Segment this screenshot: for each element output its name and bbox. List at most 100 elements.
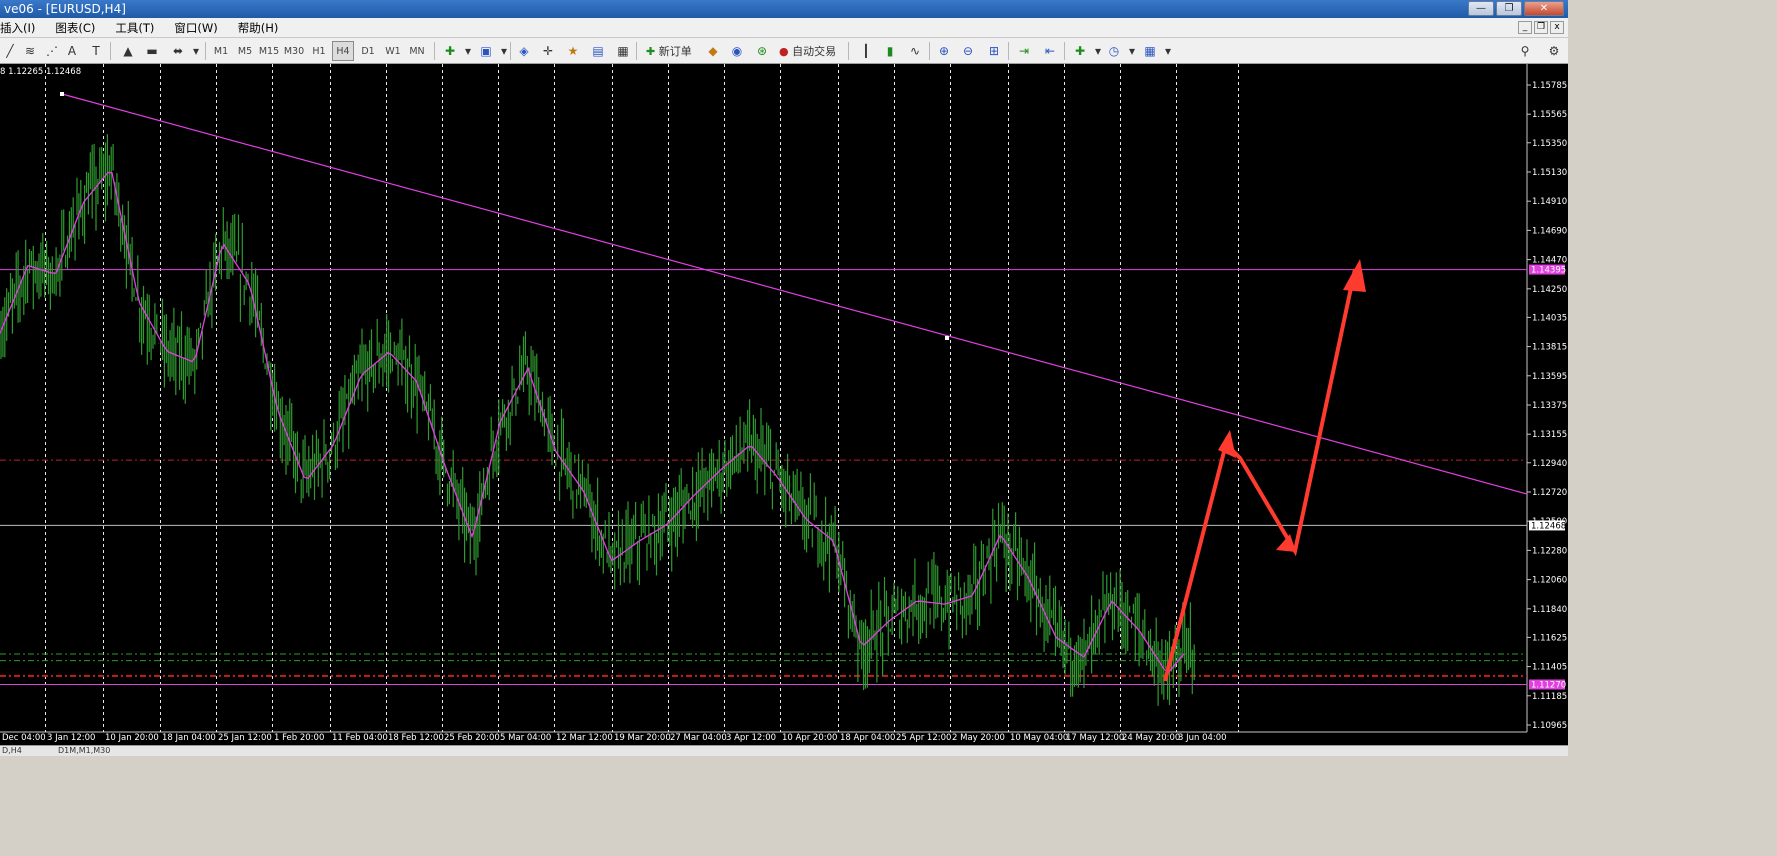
chart-canvas[interactable]: Dec 04:00 3 Jan 12:00 10 Jan 20:00 18 Jan 0… [0,64,1568,745]
crosshair-icon[interactable]: ✛ [538,41,558,61]
timeframe-h4[interactable]: H4 [332,41,354,61]
menu-window[interactable]: 窗口(W) [164,21,227,35]
moving-average-line [0,171,1185,674]
zoom-in-icon[interactable]: ⊕ [934,41,954,61]
time-label: 25 Feb 20:00 [444,733,500,743]
templates-icon[interactable]: ▦ [1140,41,1160,61]
mdi-close-button[interactable]: x [1550,21,1564,34]
time-label: 18 Jan 04:00 [162,733,216,743]
chart-shift-icon[interactable]: ⇤ [1040,41,1060,61]
time-label: 5 Mar 04:00 [500,733,551,743]
price-label: 1.15565 [1532,110,1567,120]
time-label: 3 Jun 04:00 [1178,733,1227,743]
toolbar: ╱ ≋ ⋰ A T ▲ ▬ ⬌ ▾ M1 M5 M15 M30 H1 H4 D1… [0,38,1568,64]
zoom-out-icon[interactable]: ⊖ [958,41,978,61]
triangle-icon[interactable]: ▲ [118,41,138,61]
settings-icon[interactable]: ⚙ [1544,41,1564,61]
timeframe-m1[interactable]: M1 [210,41,232,61]
maximize-button[interactable]: ❐ [1496,1,1522,16]
search-icon[interactable]: ⚲ [1515,41,1535,61]
price-label: 1.12720 [1532,488,1567,498]
auto-trade-icon: ● [779,44,789,58]
navigator-icon[interactable]: ▤ [588,41,608,61]
time-label: 27 Mar 04:00 [670,733,727,743]
price-label: 1.15785 [1532,81,1567,91]
timeframe-m15[interactable]: M15 [258,41,280,61]
candlestick-icon[interactable]: ▮ [880,41,900,61]
price-chart[interactable]: Dec 04:00 3 Jan 12:00 10 Jan 20:00 18 Jan 0… [0,64,1568,745]
time-label: 17 May 12:00 [1066,733,1124,743]
dropdown-icon[interactable]: ▾ [186,41,206,61]
new-order-button[interactable]: ✚ 新订单 [642,41,696,61]
dropdown-icon[interactable]: ▾ [1158,41,1178,61]
tile-windows-icon[interactable]: ⊞ [984,41,1004,61]
signals-icon[interactable]: ◉ [727,41,747,61]
chart-tab[interactable]: D1M,M1,M30 [58,746,110,755]
timeframe-mn[interactable]: MN [406,41,428,61]
time-label: 3 Apr 12:00 [726,733,776,743]
line-chart-icon[interactable]: ∿ [905,41,925,61]
dropdown-icon[interactable]: ▾ [494,41,514,61]
text-label-icon[interactable]: T [86,41,106,61]
timeframe-h1[interactable]: H1 [308,41,330,61]
bar-chart-icon[interactable]: ┃ [856,41,876,61]
horizontal-line-icon[interactable]: ╱ [0,41,20,61]
trend-line-anchor [60,92,64,96]
menu-charts[interactable]: 图表(C) [45,21,105,35]
new-chart-icon[interactable]: ✚ [440,41,460,61]
price-label: 1.11405 [1532,663,1567,673]
price-label: 1.13375 [1532,401,1567,411]
minimize-button[interactable]: — [1468,1,1494,16]
new-order-icon: ✚ [646,44,656,58]
menu-insert[interactable]: 插入(I) [0,21,45,35]
price-label: 1.11625 [1532,633,1567,643]
price-label: 1.10965 [1532,721,1567,731]
dropdown-icon[interactable]: ▾ [1122,41,1142,61]
timeframe-w1[interactable]: W1 [382,41,404,61]
time-label: 3 Jan 12:00 [47,733,95,743]
mdi-minimize-button[interactable]: _ [1518,21,1532,34]
timeframe-d1[interactable]: D1 [357,41,379,61]
timeframe-m30[interactable]: M30 [283,41,305,61]
time-label: 10 Jan 20:00 [105,733,159,743]
timeframe-m5[interactable]: M5 [234,41,256,61]
auto-trade-button[interactable]: ● 自动交易 [775,41,840,61]
price-label: 1.13155 [1532,430,1567,440]
auto-scroll-icon[interactable]: ⇥ [1014,41,1034,61]
time-label: 25 Apr 12:00 [896,733,951,743]
market-icon[interactable]: ⊛ [752,41,772,61]
price-label: 1.14035 [1532,313,1567,323]
rectangle-icon[interactable]: ▬ [142,41,162,61]
dropdown-icon[interactable]: ▾ [458,41,478,61]
chart-tab[interactable]: D,H4 [2,746,22,755]
candles [0,134,1195,706]
text-icon[interactable]: A [62,41,82,61]
current-price-tag: 1.12468 [1531,521,1566,531]
channel-icon[interactable]: ⋰ [42,41,62,61]
time-label: 18 Feb 12:00 [388,733,444,743]
menu-tools[interactable]: 工具(T) [105,21,164,35]
close-button[interactable]: ✕ [1524,1,1564,16]
price-label: 1.13815 [1532,343,1567,353]
new-order-label: 新订单 [658,45,692,58]
time-label: 1 Feb 20:00 [274,733,324,743]
arrow-icon[interactable]: ⬌ [168,41,188,61]
market-watch-icon[interactable]: ◈ [514,41,534,61]
time-label: 2 May 20:00 [952,733,1005,743]
forecast-arrowhead [1343,259,1366,292]
price-label: 1.14910 [1532,197,1567,207]
indicators-icon[interactable]: ✚ [1070,41,1090,61]
favorites-icon[interactable]: ★ [563,41,583,61]
mdi-restore-button[interactable]: ❐ [1534,21,1548,34]
fibo-icon[interactable]: ≋ [20,41,40,61]
time-label: 10 May 04:00 [1010,733,1068,743]
profiles-icon[interactable]: ▣ [476,41,496,61]
price-label: 1.13595 [1532,372,1567,382]
time-label: 18 Apr 04:00 [840,733,895,743]
menu-help[interactable]: 帮助(H) [228,21,289,35]
experts-icon[interactable]: ◆ [703,41,723,61]
periods-icon[interactable]: ◷ [1104,41,1124,61]
price-label: 1.11840 [1532,605,1567,615]
time-label: 24 May 20:00 [1122,733,1180,743]
terminal-icon[interactable]: ▦ [613,41,633,61]
